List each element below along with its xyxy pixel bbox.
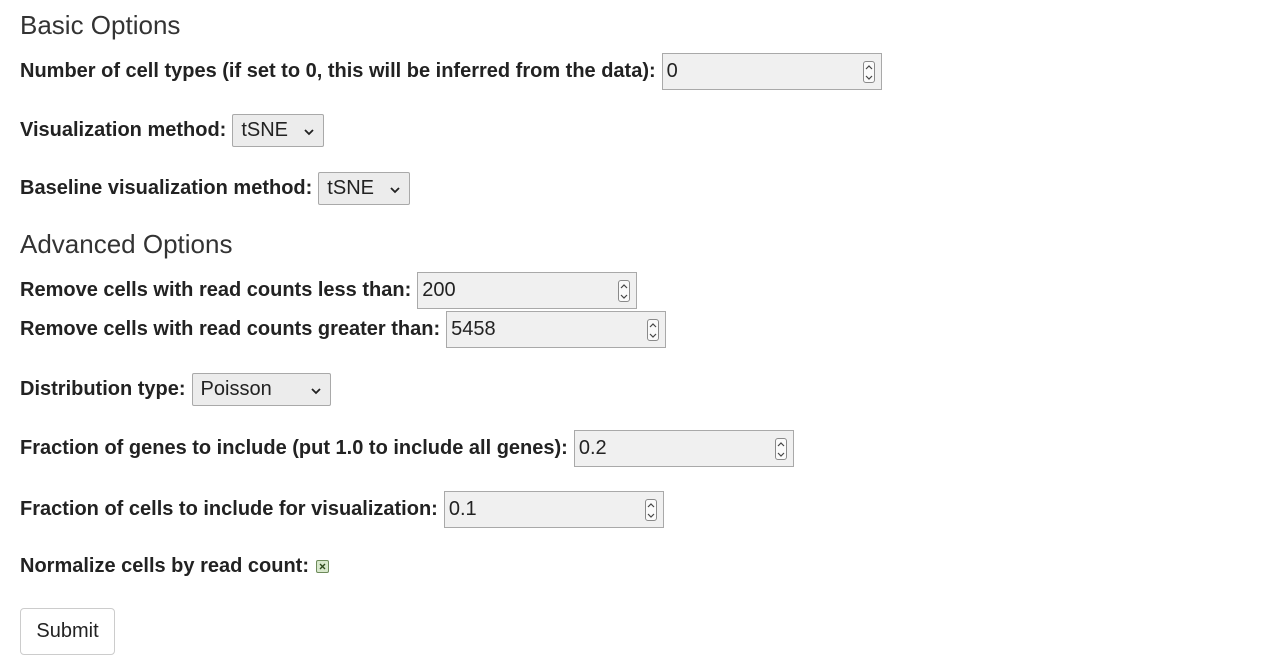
gene-fraction-input[interactable] xyxy=(574,431,771,466)
submit-button[interactable]: Submit xyxy=(20,608,115,655)
cell-fraction-input[interactable] xyxy=(444,492,641,527)
normalize-checkbox[interactable] xyxy=(315,560,329,573)
distribution-select[interactable]: Poisson xyxy=(191,373,331,406)
spin-up-icon[interactable] xyxy=(646,500,656,510)
spin-up-icon[interactable] xyxy=(864,62,874,72)
distribution-label: Distribution type: xyxy=(20,378,186,400)
min-read-counts-field[interactable] xyxy=(417,272,638,309)
vis-method-row: Visualization method: tSNE xyxy=(20,114,325,147)
min-read-counts-row: Remove cells with read counts less than: xyxy=(20,272,638,309)
cell-fraction-field[interactable] xyxy=(443,491,664,528)
min-read-counts-spinner[interactable] xyxy=(618,280,631,302)
vis-method-value: tSNE xyxy=(241,119,289,141)
vis-method-label: Visualization method: xyxy=(20,119,227,141)
min-read-counts-label: Remove cells with read counts less than: xyxy=(20,279,412,301)
num-cell-types-input[interactable] xyxy=(662,54,859,89)
distribution-row: Distribution type: Poisson xyxy=(20,373,331,406)
advanced-options-heading: Advanced Options xyxy=(20,229,233,259)
max-read-counts-row: Remove cells with read counts greater th… xyxy=(20,311,667,348)
max-read-counts-spinner[interactable] xyxy=(647,319,660,341)
vis-method-select[interactable]: tSNE xyxy=(232,114,325,147)
normalize-row: Normalize cells by read count: xyxy=(20,555,329,578)
num-cell-types-field[interactable] xyxy=(661,53,882,90)
gene-fraction-field[interactable] xyxy=(573,430,794,467)
checkmark-icon xyxy=(319,563,326,570)
basic-options-heading: Basic Options xyxy=(20,10,181,40)
spin-down-icon[interactable] xyxy=(646,510,656,520)
spin-up-icon[interactable] xyxy=(619,281,629,291)
baseline-vis-method-select[interactable]: tSNE xyxy=(318,172,411,205)
normalize-label: Normalize cells by read count: xyxy=(20,555,309,577)
cell-fraction-label: Fraction of cells to include for visuali… xyxy=(20,498,438,520)
chevron-down-icon xyxy=(389,177,401,200)
spin-down-icon[interactable] xyxy=(776,449,786,459)
cell-fraction-spinner[interactable] xyxy=(644,499,657,521)
max-read-counts-field[interactable] xyxy=(446,311,667,348)
spin-down-icon[interactable] xyxy=(619,291,629,301)
spin-up-icon[interactable] xyxy=(776,439,786,449)
distribution-value: Poisson xyxy=(200,378,272,400)
baseline-vis-method-label: Baseline visualization method: xyxy=(20,177,313,199)
chevron-down-icon xyxy=(310,378,322,401)
num-cell-types-label: Number of cell types (if set to 0, this … xyxy=(20,60,656,82)
baseline-vis-method-row: Baseline visualization method: tSNE xyxy=(20,172,411,205)
num-cell-types-spinner[interactable] xyxy=(862,61,875,83)
max-read-counts-input[interactable] xyxy=(447,312,644,347)
baseline-vis-method-value: tSNE xyxy=(327,177,374,199)
min-read-counts-input[interactable] xyxy=(418,273,615,308)
num-cell-types-row: Number of cell types (if set to 0, this … xyxy=(20,53,882,90)
max-read-counts-label: Remove cells with read counts greater th… xyxy=(20,318,441,340)
chevron-down-icon xyxy=(303,119,315,142)
spin-up-icon[interactable] xyxy=(648,320,658,330)
cell-fraction-row: Fraction of cells to include for visuali… xyxy=(20,491,664,528)
gene-fraction-label: Fraction of genes to include (put 1.0 to… xyxy=(20,437,568,459)
gene-fraction-spinner[interactable] xyxy=(774,438,787,460)
spin-down-icon[interactable] xyxy=(648,330,658,340)
spin-down-icon[interactable] xyxy=(864,72,874,82)
gene-fraction-row: Fraction of genes to include (put 1.0 to… xyxy=(20,430,794,467)
